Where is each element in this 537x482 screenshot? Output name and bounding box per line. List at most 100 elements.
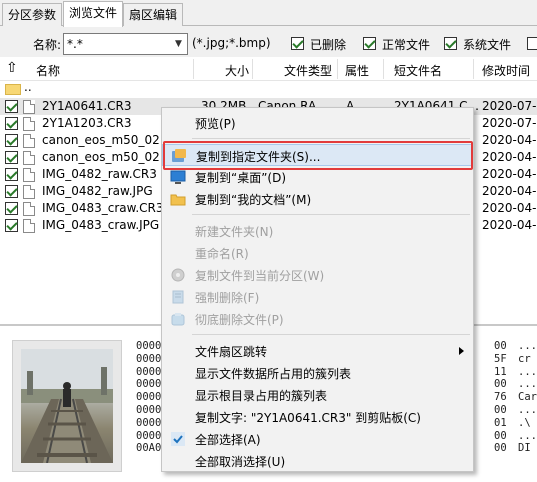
menu-item-rename[interactable]: 重命名(R) <box>162 242 473 264</box>
folder-icon <box>170 191 186 207</box>
file-name: IMG_0483_craw.CR3 <box>42 201 164 215</box>
folder-icon <box>5 84 21 95</box>
menu-item-label: 彻底删除文件(P) <box>195 313 284 327</box>
menu-item-sector-jump[interactable]: 文件扇区跳转 <box>162 340 473 362</box>
file-mtime: 2020-04-2 <box>482 201 537 215</box>
column-attr[interactable]: 属性 <box>345 62 369 79</box>
column-size[interactable]: 大小 <box>225 62 249 79</box>
file-mtime: 2020-04-2 <box>482 150 537 164</box>
file-icon <box>23 100 35 114</box>
file-name: IMG_0483_craw.JPG <box>42 218 160 232</box>
delete-icon <box>170 289 186 305</box>
filter-hint: (*.jpg;*.bmp) <box>192 36 271 50</box>
file-mtime: 2020-04-2 <box>482 167 537 181</box>
row-checkbox[interactable] <box>5 151 18 164</box>
disk-icon <box>170 267 186 283</box>
menu-item-deselect-all[interactable]: 全部取消选择(U) <box>162 450 473 472</box>
row-checkbox[interactable] <box>5 202 18 215</box>
column-divider <box>193 59 194 79</box>
menu-item-label: 复制到指定文件夹(S)... <box>196 150 321 164</box>
row-checkbox[interactable] <box>5 219 18 232</box>
menu-item-label: 复制到“桌面”(D) <box>195 171 287 185</box>
checkbox-system-files[interactable] <box>444 37 457 50</box>
menu-item-preview[interactable]: 预览(P) <box>162 112 473 134</box>
row-checkbox[interactable] <box>5 134 18 147</box>
menu-item-label: 新建文件夹(N) <box>195 225 274 239</box>
menu-item-label: 显示根目录占用的簇列表 <box>195 389 328 403</box>
checkbox-extra[interactable] <box>527 37 537 50</box>
menu-separator <box>192 334 470 335</box>
menu-separator <box>192 138 470 139</box>
thumbnail-frame <box>12 340 122 472</box>
menu-item-label: 预览(P) <box>195 117 236 131</box>
column-modified[interactable]: 修改时间 <box>482 62 530 79</box>
menu-item-label: 复制文件到当前分区(W) <box>195 269 325 283</box>
menu-item-label: 全部选择(A) <box>195 433 261 447</box>
up-arrow-icon[interactable]: ⇧ <box>6 60 18 76</box>
column-divider <box>383 59 384 79</box>
menu-item-label: 文件扇区跳转 <box>195 345 268 359</box>
menu-item-copy-text[interactable]: 复制文字: "2Y1A0641.CR3" 到剪贴板(C) <box>162 406 473 428</box>
tab-sector-editor[interactable]: 扇区编辑 <box>123 3 184 26</box>
menu-item-select-all[interactable]: 全部选择(A) <box>162 428 473 450</box>
hex-ascii: ... cr ... ... Car ... .\ ... DI <box>518 340 537 455</box>
tab-browse-files[interactable]: 浏览文件 <box>63 1 124 27</box>
hex-bytes: 00 5F 11 00 76 00 01 00 00 <box>494 340 507 455</box>
file-icon <box>23 202 35 216</box>
chevron-down-icon[interactable]: ▼ <box>170 34 187 54</box>
file-mtime: 2020-04-2 <box>482 184 537 198</box>
row-checkbox[interactable] <box>5 185 18 198</box>
menu-item-label: 显示文件数据所占用的簇列表 <box>195 367 352 381</box>
row-checkbox[interactable] <box>5 168 18 181</box>
checkbox-normal-files-label: 正常文件 <box>382 38 431 52</box>
desktop-icon <box>170 169 186 185</box>
file-icon <box>23 117 35 131</box>
menu-item-copy-to-desktop[interactable]: 复制到“桌面”(D) <box>162 166 473 188</box>
file-mtime: 2020-04-2 <box>482 133 537 147</box>
menu-item-new-folder[interactable]: 新建文件夹(N) <box>162 220 473 242</box>
menu-item-label: 重命名(R) <box>195 247 249 261</box>
menu-item-label: 复制到“我的文档”(M) <box>195 193 312 207</box>
menu-item-show-file-clusters[interactable]: 显示文件数据所占用的簇列表 <box>162 362 473 384</box>
context-menu: 预览(P) 复制到指定文件夹(S)... 复制到“桌面”(D) 复制到“我的文档… <box>161 107 474 472</box>
row-checkbox[interactable] <box>5 117 18 130</box>
file-mtime: 2020-07-1 <box>482 99 537 113</box>
menu-separator <box>192 214 470 215</box>
column-short-name[interactable]: 短文件名 <box>394 62 442 79</box>
column-type[interactable]: 文件类型 <box>284 62 332 79</box>
file-name: 2Y1A1203.CR3 <box>42 116 132 130</box>
menu-item-copy-to-documents[interactable]: 复制到“我的文档”(M) <box>162 188 473 210</box>
tab-partition-params[interactable]: 分区参数 <box>2 3 63 26</box>
menu-item-label: 强制删除(F) <box>195 291 260 305</box>
file-icon <box>23 168 35 182</box>
copy-to-folder-icon <box>171 148 187 164</box>
menu-item-force-delete[interactable]: 强制删除(F) <box>162 286 473 308</box>
file-icon <box>23 185 35 199</box>
column-divider <box>252 59 253 79</box>
menu-item-copy-to-folder[interactable]: 复制到指定文件夹(S)... <box>162 144 473 166</box>
list-item-parent[interactable]: .. <box>0 81 537 99</box>
file-name: 2Y1A0641.CR3 <box>42 99 132 113</box>
checkbox-deleted[interactable] <box>291 37 304 50</box>
menu-item-label: 复制文字: "2Y1A0641.CR3" 到剪贴板(C) <box>195 411 421 425</box>
check-icon <box>170 431 186 447</box>
menu-item-copy-to-partition[interactable]: 复制文件到当前分区(W) <box>162 264 473 286</box>
parent-dir-label: .. <box>24 81 32 94</box>
checkbox-normal-files[interactable] <box>363 37 376 50</box>
menu-item-show-root-clusters[interactable]: 显示根目录占用的簇列表 <box>162 384 473 406</box>
menu-item-wipe-file[interactable]: 彻底删除文件(P) <box>162 308 473 330</box>
name-filter-label: 名称: <box>33 38 62 52</box>
column-divider <box>337 59 338 79</box>
checkbox-deleted-label: 已删除 <box>310 38 347 52</box>
file-mtime: 2020-07-1 <box>482 116 537 130</box>
hex-offsets: 0000 0000 0000 0000 0000 0000 0000 0000 … <box>136 340 162 455</box>
file-icon <box>23 151 35 165</box>
tab-bar: 分区参数 浏览文件 扇区编辑 <box>0 0 537 27</box>
column-divider <box>473 59 474 79</box>
file-list-header: ⇧ 名称 大小 文件类型 属性 短文件名 修改时间 <box>0 57 537 81</box>
column-name[interactable]: 名称 <box>36 62 60 79</box>
image-thumbnail <box>21 349 113 463</box>
menu-item-label: 全部取消选择(U) <box>195 455 286 469</box>
row-checkbox[interactable] <box>5 100 18 113</box>
filter-bar: 名称: ▼ (*.jpg;*.bmp) 已删除 正常文件 系统文件 <box>0 27 537 57</box>
